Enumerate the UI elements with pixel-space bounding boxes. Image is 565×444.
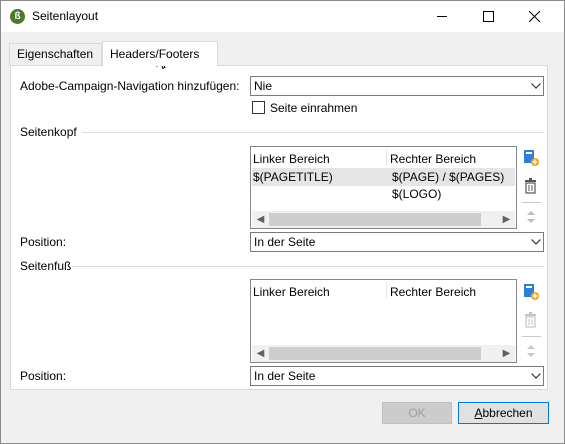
column-separator (386, 149, 387, 165)
chevron-down-icon (527, 233, 543, 251)
header-col-right[interactable]: Rechter Bereich (390, 152, 476, 166)
maximize-button[interactable] (465, 1, 511, 32)
scroll-left-icon[interactable]: ◀ (252, 211, 269, 228)
footer-position-label: Position: (20, 369, 67, 383)
trash-icon[interactable] (522, 177, 540, 195)
side-divider (522, 202, 541, 203)
add-entry-icon[interactable] (522, 283, 540, 301)
chevron-down-icon (527, 77, 543, 95)
header-row1-left[interactable]: $(PAGETITLE) (253, 170, 333, 184)
scroll-thumb[interactable] (269, 347, 481, 360)
frame-page-label: Seite einrahmen (270, 101, 358, 115)
tab-eigenschaften[interactable]: Eigenschaften (9, 43, 102, 65)
ok-button[interactable]: OK (382, 402, 452, 424)
side-divider (522, 336, 541, 337)
add-entry-icon[interactable] (522, 149, 540, 167)
footer-position-select[interactable]: In der Seite (250, 366, 544, 386)
close-button[interactable] (511, 1, 557, 32)
cancel-label: bbrechen (482, 406, 533, 420)
scroll-right-icon[interactable]: ▶ (498, 211, 515, 228)
navigation-value: Nie (254, 79, 273, 93)
move-up-down-icon[interactable] (524, 209, 542, 227)
window-title: Seitenlayout (32, 9, 99, 23)
tab-panel: Adobe-Campaign-Navigation hinzufügen: Ni… (10, 65, 548, 390)
column-separator (386, 282, 387, 298)
scroll-left-icon[interactable]: ◀ (252, 345, 269, 362)
footer-section-title: Seitenfuß (20, 259, 72, 273)
tab-headers-footers[interactable]: Headers/Footers (102, 41, 218, 66)
maximize-icon (483, 11, 494, 22)
scroll-right-icon[interactable]: ▶ (498, 345, 515, 362)
header-section-divider (82, 132, 544, 133)
title-bar[interactable]: ß Seitenlayout (1, 1, 564, 32)
cancel-button[interactable]: Abbrechen (458, 402, 549, 424)
app-icon: ß (10, 9, 25, 24)
header-row1-right[interactable]: $(PAGE) / $(PAGES) (392, 170, 504, 184)
trash-icon (522, 311, 540, 329)
header-position-select[interactable]: In der Seite (250, 232, 544, 252)
scroll-thumb[interactable] (269, 213, 481, 226)
footer-position-value: In der Seite (254, 369, 316, 383)
footer-listbox[interactable]: Linker Bereich Rechter Bereich ◀ ▶ (250, 279, 517, 363)
footer-hscrollbar[interactable]: ◀ ▶ (252, 345, 515, 362)
navigation-select[interactable]: Nie (250, 76, 544, 96)
minimize-icon (437, 16, 447, 17)
navigation-label: Adobe-Campaign-Navigation hinzufügen: (20, 79, 240, 93)
header-hscrollbar[interactable]: ◀ ▶ (252, 211, 515, 228)
frame-page-checkbox[interactable] (252, 101, 265, 114)
header-listbox[interactable]: Linker Bereich Rechter Bereich $(PAGETIT… (250, 146, 517, 229)
header-position-label: Position: (20, 235, 67, 249)
close-icon (529, 11, 540, 22)
footer-col-right[interactable]: Rechter Bereich (390, 285, 476, 299)
header-row2-right[interactable]: $(LOGO) (392, 187, 441, 201)
footer-col-left[interactable]: Linker Bereich (253, 285, 330, 299)
footer-section-divider (72, 266, 544, 267)
dialog-window: ß Seitenlayout Eigenschaften Headers/Foo… (0, 0, 565, 444)
chevron-down-icon (527, 367, 543, 385)
header-col-left[interactable]: Linker Bereich (253, 152, 330, 166)
minimize-button[interactable] (419, 1, 465, 32)
header-section-title: Seitenkopf (20, 125, 77, 139)
move-up-down-icon (524, 343, 542, 361)
header-position-value: In der Seite (254, 235, 316, 249)
